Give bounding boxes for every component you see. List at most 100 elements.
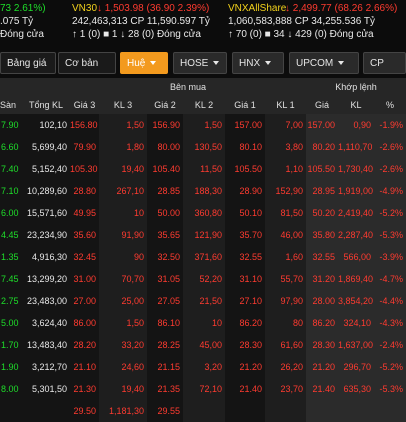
col-gia2[interactable]: Giá 2: [147, 96, 183, 114]
tab-co-ban[interactable]: Cơ bản: [58, 52, 116, 74]
cell-kl: 1,637,00: [338, 334, 374, 356]
cell-kl2: 72,10: [183, 378, 225, 400]
cell-kl1: 97,90: [265, 290, 306, 312]
cell-kl3: 267,10: [99, 180, 147, 202]
col-kl2[interactable]: KL 2: [183, 96, 225, 114]
cell-gia: 35.80: [306, 224, 338, 246]
cell-kl: 296,70: [338, 356, 374, 378]
table-row[interactable]: 29.50 1,181,30 29.55: [0, 400, 406, 422]
col-tong-kl[interactable]: Tổng KL: [22, 96, 70, 114]
cell-g1: 28.30: [225, 334, 265, 356]
cell-san: 1.35: [0, 246, 22, 268]
cell-g2: 156.90: [147, 114, 183, 136]
cell-kl: 3,854,20: [338, 290, 374, 312]
table-row[interactable]: 7.45 13,299,20 31.00 70,70 31.05 52,20 31.10 55…: [0, 268, 406, 290]
cell-kl1: [265, 400, 306, 422]
vnxallshare-value: ↓ 2,499.77 (68.26 2.66%): [285, 3, 398, 14]
cell-tong: 13,483,40: [22, 334, 70, 356]
cell-g1: 105.50: [225, 158, 265, 180]
tab-bang-gia[interactable]: Bảng giá: [0, 52, 56, 74]
cell-kl: 2,419,40: [338, 202, 374, 224]
cell-kl2: 52,20: [183, 268, 225, 290]
table-row[interactable]: 1.70 13,483,40 28.20 33,20 28.25 45,00 28.30 61…: [0, 334, 406, 356]
cell-g3: 28.80: [70, 180, 99, 202]
cell-kl: 0,90: [338, 114, 374, 136]
cell-g3: 105.30: [70, 158, 99, 180]
cell-kl3: 19,40: [99, 158, 147, 180]
cell-kl2: 3,20: [183, 356, 225, 378]
cell-g3: 29.50: [70, 400, 99, 422]
col-pct[interactable]: %: [374, 96, 406, 114]
cell-kl3: 10: [99, 202, 147, 224]
tab-upcom[interactable]: UPCOM: [289, 52, 359, 74]
table-row[interactable]: 7.40 5,152,40 105.30 19,40 105.40 11,50 105.50…: [0, 158, 406, 180]
cell-kl2: 121,90: [183, 224, 225, 246]
cell-g1: 21.40: [225, 378, 265, 400]
cell-kl2: 45,00: [183, 334, 225, 356]
cell-kl3: 1,80: [99, 136, 147, 158]
cell-g2: 50.00: [147, 202, 183, 224]
cell-gia: 28.30: [306, 334, 338, 356]
col-kl[interactable]: KL: [338, 96, 374, 114]
chevron-down-icon: [265, 61, 272, 66]
cell-kl3: 19,40: [99, 378, 147, 400]
table-group-header: Bên mua Khớp lệnh: [0, 78, 406, 96]
cell-pct: -2.6%: [374, 136, 406, 158]
tab-label: Cơ bản: [65, 58, 99, 69]
cell-san: 1.70: [0, 334, 22, 356]
tab-hose[interactable]: HOSE: [173, 52, 227, 74]
cell-san: 6.00: [0, 202, 22, 224]
table-row[interactable]: 7.90 102,10 156.80 1,50 156.90 1,50 157.00 7,00…: [0, 114, 406, 136]
empty-header: [0, 78, 22, 96]
table-row[interactable]: 1.35 4,916,30 32.45 90 32.50 371,60 32.55 1,60 3…: [0, 246, 406, 268]
table-row[interactable]: 8.00 5,301,50 21.30 19,40 21.35 72,10 21.40 23,…: [0, 378, 406, 400]
cell-san: 7.45: [0, 268, 22, 290]
table-row[interactable]: 1.90 3,212,70 21.10 24,60 21.15 3,20 21.20 26,2…: [0, 356, 406, 378]
cell-kl2: 188,30: [183, 180, 225, 202]
cell-kl3: 1,181,30: [99, 400, 147, 422]
cell-pct: -4.7%: [374, 268, 406, 290]
cell-g1: 80.10: [225, 136, 265, 158]
table-row[interactable]: 6.60 5,699,40 79.90 1,80 80.00 130,50 80.10 3,8…: [0, 136, 406, 158]
tab-cp-gia[interactable]: CP Giá t: [363, 52, 406, 91]
col-san[interactable]: Sàn: [0, 96, 22, 114]
cell-g2: 21.15: [147, 356, 183, 378]
cell-kl3: 33,20: [99, 334, 147, 356]
cell-san: 4.45: [0, 224, 22, 246]
index-value-left: .075 Tỷ: [0, 16, 34, 27]
cell-san: [0, 400, 22, 422]
cell-pct: [374, 400, 406, 422]
table-row[interactable]: 6.00 15,571,60 49.95 10 50.00 360,80 50.10 81,5…: [0, 202, 406, 224]
table-row[interactable]: 4.45 23,234,90 35.60 91,90 35.65 121,90 35.70 4…: [0, 224, 406, 246]
cell-pct: -5.3%: [374, 224, 406, 246]
col-gia1[interactable]: Giá 1: [225, 96, 265, 114]
cell-kl2: 360,80: [183, 202, 225, 224]
tab-hue[interactable]: Huệ: [120, 52, 168, 74]
cell-g1: 50.10: [225, 202, 265, 224]
cell-g1: 157.00: [225, 114, 265, 136]
table-row[interactable]: 2.75 23,483,00 27.00 25,00 27.05 21,50 27.10 97…: [0, 290, 406, 312]
cell-g3: 35.60: [70, 224, 99, 246]
cell-kl: 1,110,70: [338, 136, 374, 158]
cell-g2: 28.85: [147, 180, 183, 202]
cell-g2: 32.50: [147, 246, 183, 268]
table-row[interactable]: 7.10 10,289,60 28.80 267,10 28.85 188,30 28.90…: [0, 180, 406, 202]
col-gia3[interactable]: Giá 3: [70, 96, 99, 114]
cell-g3: 49.95: [70, 202, 99, 224]
cell-g1: 86.20: [225, 312, 265, 334]
market-index-bar: 73 2.61%) VN30 ↓ 1,503.98 (36.90 2.39%) …: [0, 0, 406, 44]
cell-san: 6.60: [0, 136, 22, 158]
tab-label: UPCOM: [296, 58, 334, 69]
vn30-value: ↓ 1,503.98 (36.90 2.39%): [97, 3, 210, 14]
tab-hnx[interactable]: HNX: [232, 52, 284, 74]
cell-g3: 156.80: [70, 114, 99, 136]
col-kl3[interactable]: KL 3: [99, 96, 147, 114]
cell-kl1: 46,00: [265, 224, 306, 246]
col-kl1[interactable]: KL 1: [265, 96, 306, 114]
table-row[interactable]: 5.00 3,624,40 86.00 1,50 86.10 10 86.20 80 86.20…: [0, 312, 406, 334]
col-gia[interactable]: Giá: [306, 96, 338, 114]
vn30-volume: 242,463,313 CP 11,590.597 Tỷ: [72, 16, 210, 27]
cell-tong: 4,916,30: [22, 246, 70, 268]
cell-kl3: 91,90: [99, 224, 147, 246]
cell-gia: 32.55: [306, 246, 338, 268]
